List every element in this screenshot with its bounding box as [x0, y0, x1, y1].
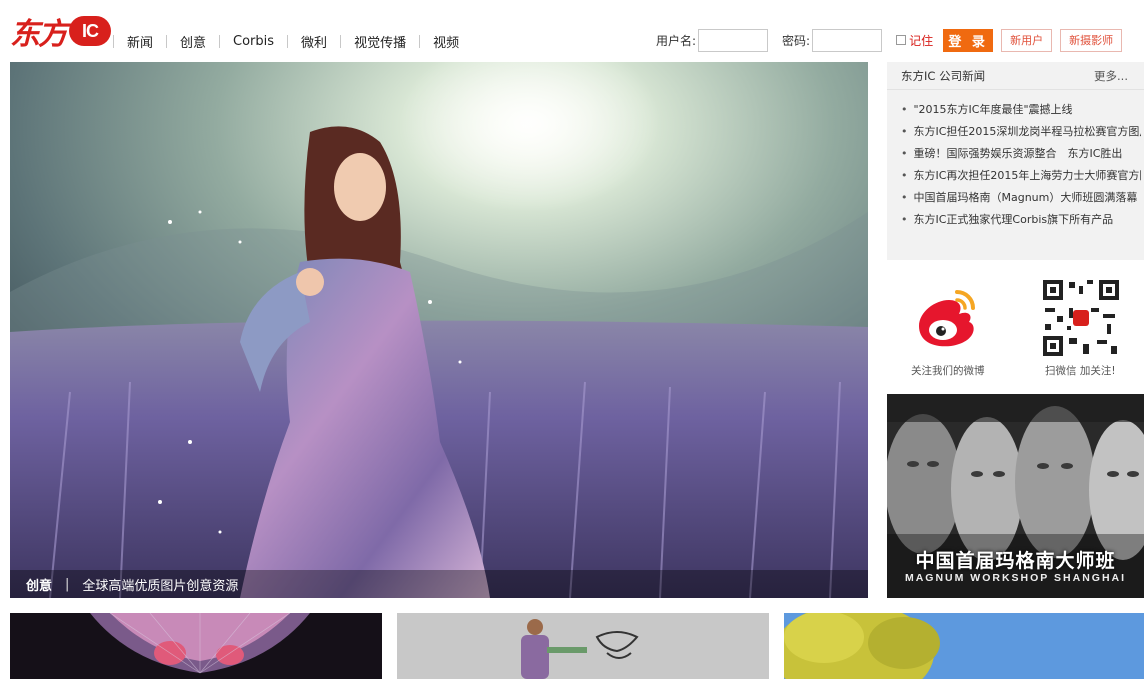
password-input[interactable]: [812, 28, 883, 52]
company-news-panel: 东方IC 公司新闻 更多... "2015东方IC年度最佳"震撼上线 东方IC担…: [887, 62, 1144, 260]
thumbnail-2[interactable]: [397, 613, 769, 679]
more-link[interactable]: 更多...: [1094, 68, 1128, 84]
nav-separator: [287, 35, 289, 48]
hero-banner[interactable]: 创意 | 全球高端优质图片创意资源: [10, 62, 868, 598]
social-panel: 关注我们的微博 扫微信 加关注!: [887, 268, 1144, 388]
news-item[interactable]: 中国首届玛格南（Magnum）大师班圆满落幕: [901, 187, 1141, 209]
username-input[interactable]: [698, 28, 769, 52]
hero-caption-text: 全球高端优质图片创意资源: [82, 578, 239, 594]
nav-item-visual[interactable]: 视觉传播: [354, 32, 406, 51]
hero-image: [10, 62, 868, 598]
company-news-header: 东方IC 公司新闻 更多...: [887, 62, 1144, 90]
qr-code-icon: [1041, 278, 1121, 358]
magnum-title: 中国首届玛格南大师班: [915, 550, 1116, 572]
nav-separator: [219, 35, 221, 48]
remember-checkbox[interactable]: 记住: [896, 32, 933, 49]
nav-item-news[interactable]: 新闻: [127, 32, 153, 51]
news-item[interactable]: 重磅！国际强势娱乐资源整合 东方IC胜出: [901, 143, 1141, 165]
magnum-subtitle: MAGNUM WORKSHOP SHANGHAI: [904, 572, 1127, 584]
magnum-workshop-banner[interactable]: 中国首届玛格南大师班 MAGNUM WORKSHOP SHANGHAI: [887, 394, 1144, 598]
remember-label: 记住: [909, 33, 934, 48]
logo-text: 东方: [10, 17, 68, 52]
thumbnail-3[interactable]: [784, 613, 1144, 679]
weibo-icon[interactable]: [911, 282, 981, 352]
news-item[interactable]: "2015东方IC年度最佳"震撼上线: [901, 99, 1141, 121]
news-item[interactable]: 东方IC正式独家代理Corbis旗下所有产品: [901, 209, 1141, 231]
hero-caption-tag: 创意: [26, 578, 53, 594]
news-item[interactable]: 东方IC再次担任2015年上海劳力士大师赛官方图片: [901, 165, 1142, 187]
new-photographer-button[interactable]: 新摄影师: [1060, 28, 1123, 52]
password-label: 密码:: [782, 33, 811, 48]
checkbox-icon: [896, 35, 907, 45]
hero-caption[interactable]: 创意 | 全球高端优质图片创意资源: [10, 570, 868, 598]
nav-item-corbis[interactable]: Corbis: [233, 34, 274, 49]
nav-separator: [340, 35, 342, 48]
username-label: 用户名:: [656, 33, 697, 48]
wechat-caption: 扫微信 加关注!: [1045, 365, 1116, 377]
nav-item-video[interactable]: 视频: [433, 32, 459, 51]
hero-caption-separator: |: [65, 576, 70, 592]
company-news-title: 东方IC 公司新闻: [901, 68, 986, 83]
new-user-button[interactable]: 新用户: [1001, 28, 1053, 52]
weibo-caption: 关注我们的微博: [911, 365, 985, 377]
nav-separator: [419, 35, 421, 48]
login-button[interactable]: 登 录: [943, 28, 994, 52]
nav-item-creative[interactable]: 创意: [180, 32, 206, 51]
nav-separator: [113, 35, 114, 48]
thumbnail-image: [10, 613, 382, 679]
main-nav: 新闻 创意 Corbis 微利 视觉传播 视频: [100, 32, 459, 51]
nav-item-weili[interactable]: 微利: [301, 32, 327, 51]
top-bar: 东方 IC 新闻 创意 Corbis 微利 视觉传播 视频 用户名: 密码: 记…: [0, 0, 1144, 60]
thumbnail-image: [397, 613, 769, 679]
nav-separator: [166, 35, 168, 48]
news-item[interactable]: 东方IC担任2015深圳龙岗半程马拉松赛官方图片: [901, 121, 1142, 143]
logo[interactable]: 东方 IC: [10, 14, 111, 52]
login-form: 用户名: 密码: 记住 登 录 新用户 新摄影师: [656, 28, 1123, 52]
thumbnail-1[interactable]: [10, 613, 382, 679]
thumbnail-image: [784, 613, 1144, 679]
news-list: "2015东方IC年度最佳"震撼上线 东方IC担任2015深圳龙岗半程马拉松赛官…: [887, 90, 1144, 231]
